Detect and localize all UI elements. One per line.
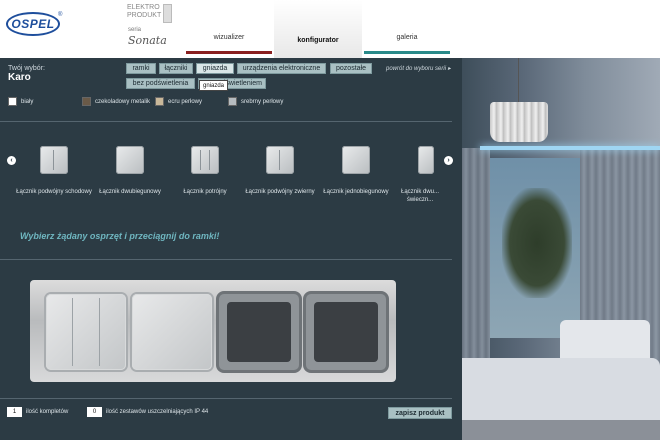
ip-quantity-input[interactable]: 0 xyxy=(87,407,102,417)
color-option-bialy[interactable]: biały xyxy=(8,97,33,106)
back-to-series-link[interactable]: powrót do wyboru serii ▸ xyxy=(386,65,451,72)
pendant-lamp-icon xyxy=(490,102,548,142)
product-item[interactable]: Łącznik dwubiegunowy xyxy=(92,146,168,196)
color-label: srebrny perłowy xyxy=(241,98,284,105)
frame-slot-3[interactable] xyxy=(219,294,299,370)
product-name: Łącznik dwubiegunowy xyxy=(99,189,161,195)
product-item[interactable]: Łącznik dwu... świeczn... xyxy=(394,146,446,204)
frame-slot-1[interactable] xyxy=(46,294,126,370)
drag-hint: Wybierz żądany osprzęt i przeciągnij do … xyxy=(20,231,220,241)
nav-wizualizer[interactable]: wizualizer xyxy=(186,0,272,54)
tab-gniazda[interactable]: gniazda xyxy=(196,63,234,74)
selection-value: Karo xyxy=(8,72,31,83)
divider xyxy=(0,121,452,122)
ospel-logo[interactable]: OSPEL xyxy=(6,12,60,36)
tab-ramki[interactable]: ramki xyxy=(126,63,156,74)
tree xyxy=(502,188,572,298)
product-name: Łącznik podwójny zwierny xyxy=(245,189,315,195)
divider xyxy=(0,398,452,399)
nav-konfigurator-label: konfigurator xyxy=(297,37,339,44)
header: OSPEL ® ELEKTRO PRODUKT seria Sonata wiz… xyxy=(0,0,660,58)
tab-bez-podswietlenia[interactable]: bez podświetlenia xyxy=(126,78,195,89)
tab-pozostale[interactable]: pozostałe xyxy=(330,63,372,74)
back-link-label: powrót do wyboru serii xyxy=(386,66,447,72)
ceiling-light xyxy=(480,146,660,150)
color-label: biały xyxy=(21,98,34,105)
ip-quantity-group: 0 ilość zestawów uszczelniających IP 44 xyxy=(87,407,208,417)
elektro-produkt-text: ELEKTRO PRODUKT xyxy=(127,4,162,19)
nav-galeria-label: galeria xyxy=(396,34,418,41)
registered-mark: ® xyxy=(58,12,63,18)
save-product-button[interactable]: zapisz produkt xyxy=(388,407,452,419)
color-option-ecru[interactable]: ecru perłowy xyxy=(155,97,202,106)
color-swatch xyxy=(228,97,237,106)
selection-label: Twój wybór: xyxy=(8,65,45,72)
chevron-left-icon[interactable]: ‹ xyxy=(7,156,16,165)
divider xyxy=(0,259,452,260)
product-item[interactable]: Łącznik podwójny zwierny xyxy=(242,146,318,196)
color-swatch xyxy=(82,97,91,106)
product-item[interactable]: Łącznik podwójny schodowy xyxy=(16,146,92,196)
nav-galeria[interactable]: galeria xyxy=(364,0,450,54)
triple-switch-icon xyxy=(191,146,219,174)
kit-quantity-label: ilość kompletów xyxy=(26,409,69,415)
nav-konfigurator[interactable]: konfigurator xyxy=(274,0,362,58)
color-option-srebrny[interactable]: srebrny perłowy xyxy=(228,97,283,106)
double-switch-icon xyxy=(266,146,294,174)
product-item[interactable]: Łącznik potrójny xyxy=(167,146,243,196)
double-switch-icon xyxy=(40,146,68,174)
switch-icon xyxy=(418,146,434,174)
nav-wizualizer-label: wizualizer xyxy=(213,34,245,41)
switch-icon xyxy=(342,146,370,174)
seria-label: seria xyxy=(128,27,142,33)
color-swatch xyxy=(8,97,17,106)
switch-icon xyxy=(116,146,144,174)
color-option-czekoladowy[interactable]: czekoladowy metalik xyxy=(82,97,150,106)
badge-box-icon xyxy=(163,4,172,23)
frame-slot-2[interactable] xyxy=(132,294,212,370)
kit-quantity-input[interactable]: 1 xyxy=(7,407,22,417)
elektro-produkt-badge: ELEKTRO PRODUKT xyxy=(127,4,173,24)
kit-quantity-group: 1 ilość kompletów xyxy=(7,407,68,417)
ip-quantity-label: ilość zestawów uszczelniających IP 44 xyxy=(106,409,209,415)
frame-preview[interactable] xyxy=(30,280,396,382)
frame-slot-4[interactable] xyxy=(306,294,386,370)
product-name: Łącznik jednobiegunowy xyxy=(323,189,389,195)
seria-name: Sonata xyxy=(128,34,167,47)
product-name: Łącznik podwójny schodowy xyxy=(16,189,92,195)
product-item[interactable]: Łącznik jednobiegunowy xyxy=(318,146,394,196)
tooltip: gniazda xyxy=(199,80,229,91)
product-name: Łącznik dwu... świeczn... xyxy=(400,189,440,203)
product-name: Łącznik potrójny xyxy=(183,189,227,195)
tab-laczniki[interactable]: łączniki xyxy=(159,63,193,74)
color-label: czekoladowy metalik xyxy=(95,98,151,105)
color-label: ecru perłowy xyxy=(168,98,203,105)
lamp-cord xyxy=(518,58,519,102)
color-swatch xyxy=(155,97,164,106)
configurator-panel xyxy=(0,58,462,440)
tab-urzadzenia-elektroniczne[interactable]: urządzenia elektroniczne xyxy=(237,63,326,74)
